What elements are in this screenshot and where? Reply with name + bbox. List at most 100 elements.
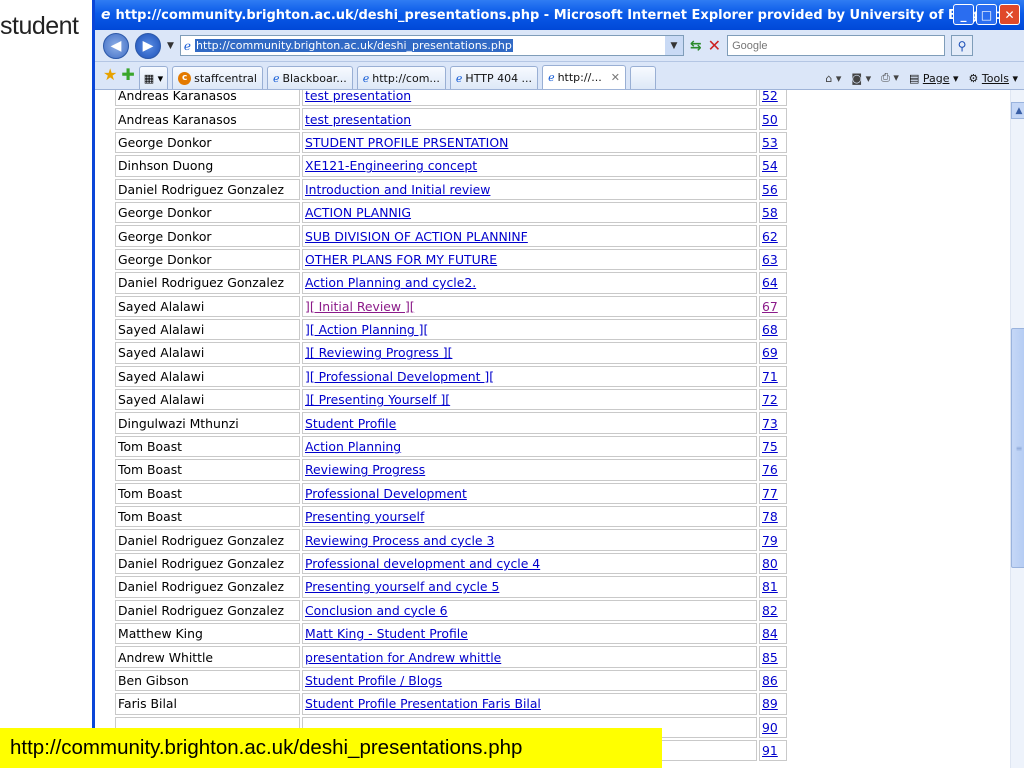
presentation-id-link[interactable]: 91 bbox=[762, 743, 778, 758]
presentation-link[interactable]: Reviewing Process and cycle 3 bbox=[305, 533, 494, 548]
author-cell: Daniel Rodriguez Gonzalez bbox=[115, 178, 300, 200]
presentation-link[interactable]: Action Planning bbox=[305, 439, 401, 454]
presentation-link[interactable]: Presenting yourself and cycle 5 bbox=[305, 579, 499, 594]
presentation-link[interactable]: Action Planning and cycle2. bbox=[305, 275, 476, 290]
presentation-id-link[interactable]: 77 bbox=[762, 486, 778, 501]
tab-blackboard[interactable]: ℯ Blackboar... bbox=[266, 66, 353, 89]
presentation-link[interactable]: presentation for Andrew whittle bbox=[305, 650, 501, 665]
presentation-link[interactable]: Professional development and cycle 4 bbox=[305, 556, 540, 571]
address-url[interactable]: http://community.brighton.ac.uk/deshi_pr… bbox=[195, 39, 513, 52]
presentation-link[interactable]: Reviewing Progress bbox=[305, 462, 425, 477]
home-icon[interactable]: ⌂ ▾ bbox=[825, 72, 841, 85]
scroll-thumb[interactable]: ≡ bbox=[1011, 328, 1024, 568]
tab-community[interactable]: ℯ http://com... bbox=[356, 66, 446, 89]
close-button[interactable]: ✕ bbox=[999, 4, 1020, 25]
forward-button[interactable]: ▶ bbox=[135, 32, 161, 59]
presentation-link[interactable]: Matt King - Student Profile bbox=[305, 626, 468, 641]
title-cell: Action Planning bbox=[302, 435, 757, 458]
presentation-link[interactable]: Student Profile Presentation Faris Bilal bbox=[305, 696, 541, 711]
presentation-id-link[interactable]: 52 bbox=[762, 90, 778, 103]
presentation-id-link[interactable]: 58 bbox=[762, 205, 778, 220]
presentation-link[interactable]: Conclusion and cycle 6 bbox=[305, 603, 448, 618]
title-cell: test presentation bbox=[302, 90, 757, 107]
title-cell: Presenting yourself and cycle 5 bbox=[302, 576, 757, 598]
presentation-id-link[interactable]: 86 bbox=[762, 673, 778, 688]
author-name: Sayed Alalawi bbox=[118, 298, 205, 314]
presentation-id-link[interactable]: 79 bbox=[762, 533, 778, 548]
table-row: Andreas Karanasos test presentation 50 bbox=[115, 108, 787, 130]
add-favorite-icon[interactable]: ✚ bbox=[121, 65, 134, 84]
tab-active[interactable]: ℯ http://... ✕ bbox=[542, 65, 626, 89]
presentation-link[interactable]: OTHER PLANS FOR MY FUTURE bbox=[305, 252, 497, 267]
presentation-link[interactable]: test presentation bbox=[305, 112, 411, 127]
back-button[interactable]: ◀ bbox=[103, 32, 129, 59]
new-tab-button[interactable] bbox=[630, 66, 656, 89]
presentation-id-link[interactable]: 89 bbox=[762, 696, 778, 711]
presentation-id-link[interactable]: 67 bbox=[762, 299, 778, 314]
vertical-scrollbar[interactable]: ▲ ≡ bbox=[1010, 90, 1024, 768]
presentation-id-link[interactable]: 85 bbox=[762, 650, 778, 665]
presentation-link[interactable]: Student Profile / Blogs bbox=[305, 673, 442, 688]
search-input[interactable]: Google bbox=[727, 35, 946, 56]
presentation-id-link[interactable]: 64 bbox=[762, 275, 778, 290]
author-name: Sayed Alalawi bbox=[118, 345, 205, 361]
presentation-link[interactable]: ACTION PLANNIG bbox=[305, 205, 411, 220]
scroll-up-icon[interactable]: ▲ bbox=[1011, 102, 1024, 119]
favorites-star-icon[interactable]: ★ bbox=[103, 65, 117, 84]
presentation-id-link[interactable]: 82 bbox=[762, 603, 778, 618]
presentation-link[interactable]: Professional Development bbox=[305, 486, 467, 501]
presentation-id-link[interactable]: 56 bbox=[762, 182, 778, 197]
presentation-id-link[interactable]: 75 bbox=[762, 439, 778, 454]
search-go-button[interactable]: ⚲ bbox=[951, 35, 974, 56]
presentation-link[interactable]: ][ Initial Review ][ bbox=[305, 299, 415, 314]
presentation-id-link[interactable]: 80 bbox=[762, 556, 778, 571]
presentation-link[interactable]: Student Profile bbox=[305, 416, 396, 431]
tab-bar: ★ ✚ ▦ ▾ c staffcentral ℯ Blackboar... ℯ … bbox=[95, 62, 1024, 90]
author-cell: Ben Gibson bbox=[115, 669, 300, 692]
refresh-icon[interactable]: ⇆ bbox=[690, 38, 702, 54]
history-dropdown-icon[interactable]: ▼ bbox=[167, 41, 174, 51]
presentation-id-link[interactable]: 54 bbox=[762, 158, 778, 173]
presentation-link[interactable]: Presenting yourself bbox=[305, 509, 424, 524]
author-cell: Sayed Alalawi bbox=[115, 389, 300, 411]
stop-icon[interactable]: ✕ bbox=[708, 36, 721, 55]
minimize-button[interactable]: _ bbox=[953, 4, 974, 25]
presentation-id-link[interactable]: 90 bbox=[762, 720, 778, 735]
page-menu[interactable]: ▤ Page ▾ bbox=[909, 72, 959, 85]
maximize-button[interactable]: □ bbox=[976, 4, 997, 25]
presentation-id-link[interactable]: 84 bbox=[762, 626, 778, 641]
print-icon[interactable]: ⎙ ▾ bbox=[881, 71, 899, 85]
presentation-id-link[interactable]: 76 bbox=[762, 462, 778, 477]
presentation-link[interactable]: SUB DIVISION OF ACTION PLANNINF bbox=[305, 229, 528, 244]
feeds-icon[interactable]: ◙ ▾ bbox=[851, 72, 871, 85]
presentation-id-link[interactable]: 53 bbox=[762, 135, 778, 150]
title-cell: SUB DIVISION OF ACTION PLANNINF bbox=[302, 225, 757, 247]
id-cell: 81 bbox=[759, 576, 787, 598]
presentation-id-link[interactable]: 69 bbox=[762, 345, 778, 360]
address-dropdown-icon[interactable]: ▼ bbox=[664, 36, 683, 55]
presentation-id-link[interactable]: 81 bbox=[762, 579, 778, 594]
presentation-link[interactable]: ][ Action Planning ][ bbox=[305, 322, 428, 337]
presentation-id-link[interactable]: 73 bbox=[762, 416, 778, 431]
presentation-link[interactable]: test presentation bbox=[305, 90, 411, 103]
presentation-id-link[interactable]: 62 bbox=[762, 229, 778, 244]
quick-tabs-button[interactable]: ▦ ▾ bbox=[138, 66, 169, 89]
presentation-link[interactable]: XE121-Engineering concept bbox=[305, 158, 477, 173]
presentation-id-link[interactable]: 50 bbox=[762, 112, 778, 127]
presentation-link[interactable]: Introduction and Initial review bbox=[305, 182, 490, 197]
presentation-id-link[interactable]: 63 bbox=[762, 252, 778, 267]
presentation-id-link[interactable]: 78 bbox=[762, 509, 778, 524]
tab-staffcentral[interactable]: c staffcentral bbox=[172, 66, 263, 89]
presentation-id-link[interactable]: 68 bbox=[762, 322, 778, 337]
title-cell: test presentation bbox=[302, 108, 757, 130]
presentation-link[interactable]: STUDENT PROFILE PRSENTATION bbox=[305, 135, 508, 150]
tools-menu[interactable]: ⚙ Tools ▾ bbox=[969, 72, 1019, 85]
tab-http-404[interactable]: ℯ HTTP 404 ... bbox=[449, 66, 539, 89]
presentation-id-link[interactable]: 72 bbox=[762, 392, 778, 407]
presentation-link[interactable]: ][ Professional Development ][ bbox=[305, 369, 494, 384]
address-bar[interactable]: ℯ http://community.brighton.ac.uk/deshi_… bbox=[179, 35, 684, 56]
close-tab-icon[interactable]: ✕ bbox=[611, 71, 620, 84]
presentation-id-link[interactable]: 71 bbox=[762, 369, 778, 384]
presentation-link[interactable]: ][ Presenting Yourself ][ bbox=[305, 392, 450, 407]
presentation-link[interactable]: ][ Reviewing Progress ][ bbox=[305, 345, 452, 360]
